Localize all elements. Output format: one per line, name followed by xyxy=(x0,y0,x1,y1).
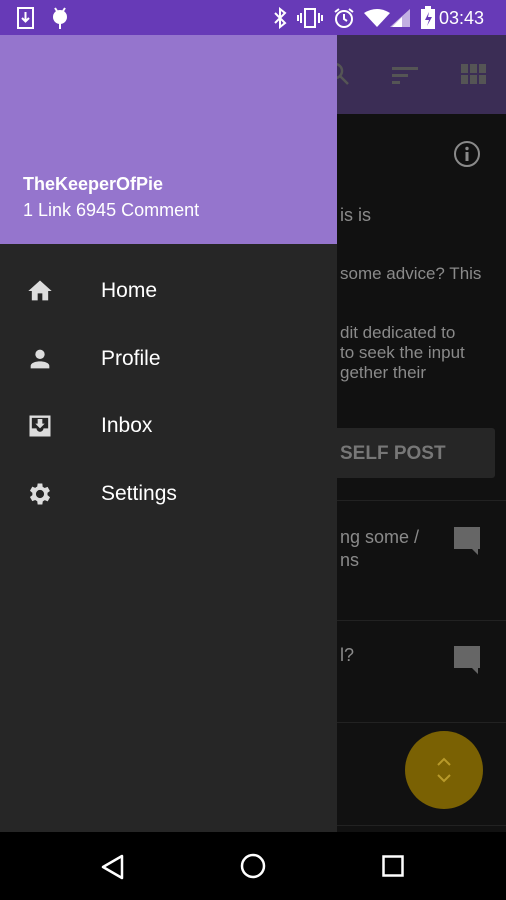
post-title[interactable]: l? xyxy=(340,645,354,665)
person-icon xyxy=(30,349,50,368)
drawer-item-label: Profile xyxy=(101,346,161,370)
post-title[interactable]: ns xyxy=(340,550,359,570)
post-text: to seek the input xyxy=(340,343,465,362)
system-nav-bar xyxy=(0,832,506,900)
user-karma-stats: 1 Link 6945 Comment xyxy=(23,200,200,220)
bluetooth-icon xyxy=(274,7,287,29)
battery-charging-icon xyxy=(421,6,435,29)
drawer-header: TheKeeperOfPie 1 Link 6945 Comment xyxy=(0,35,337,244)
drawer-item-label: Home xyxy=(101,278,158,302)
drawer-item-label: Settings xyxy=(101,481,177,505)
navigation-drawer: TheKeeperOfPie 1 Link 6945 Comment Home … xyxy=(0,35,337,832)
post-text: dit dedicated to xyxy=(340,323,456,342)
post-text: is is xyxy=(340,205,371,225)
comment-icon[interactable] xyxy=(452,646,482,676)
download-icon xyxy=(17,7,34,29)
alarm-icon xyxy=(334,8,354,28)
grid-view-icon[interactable] xyxy=(461,64,486,84)
recents-icon[interactable] xyxy=(382,855,404,877)
comment-icon[interactable] xyxy=(452,527,482,557)
wifi-icon xyxy=(364,9,390,27)
self-post-button[interactable]: SELF POST xyxy=(330,428,495,478)
clock: 03:43 xyxy=(438,8,484,28)
scroll-fab[interactable] xyxy=(405,731,483,809)
drawer-item-inbox[interactable]: Inbox xyxy=(0,392,337,459)
post-text: gether their xyxy=(340,363,426,382)
home-icon xyxy=(28,280,52,300)
sort-icon[interactable] xyxy=(392,65,418,85)
post-title[interactable]: ng some / xyxy=(340,527,419,547)
inbox-icon xyxy=(29,415,51,436)
username[interactable]: TheKeeperOfPie xyxy=(23,174,163,195)
gear-icon xyxy=(29,483,51,504)
post-text: some advice? This xyxy=(340,264,482,283)
android-icon xyxy=(53,7,67,29)
home-nav-icon[interactable] xyxy=(240,853,266,879)
status-bar: 03:43 xyxy=(0,0,506,35)
drawer-item-profile[interactable]: Profile xyxy=(0,325,337,392)
unfold-icon xyxy=(437,757,451,783)
drawer-item-settings[interactable]: Settings xyxy=(0,460,337,527)
info-icon[interactable] xyxy=(453,140,481,168)
drawer-item-label: Inbox xyxy=(101,413,153,437)
vibrate-icon xyxy=(297,8,323,28)
signal-icon xyxy=(390,9,410,27)
drawer-item-home[interactable]: Home xyxy=(0,257,337,324)
back-icon[interactable] xyxy=(100,853,126,881)
